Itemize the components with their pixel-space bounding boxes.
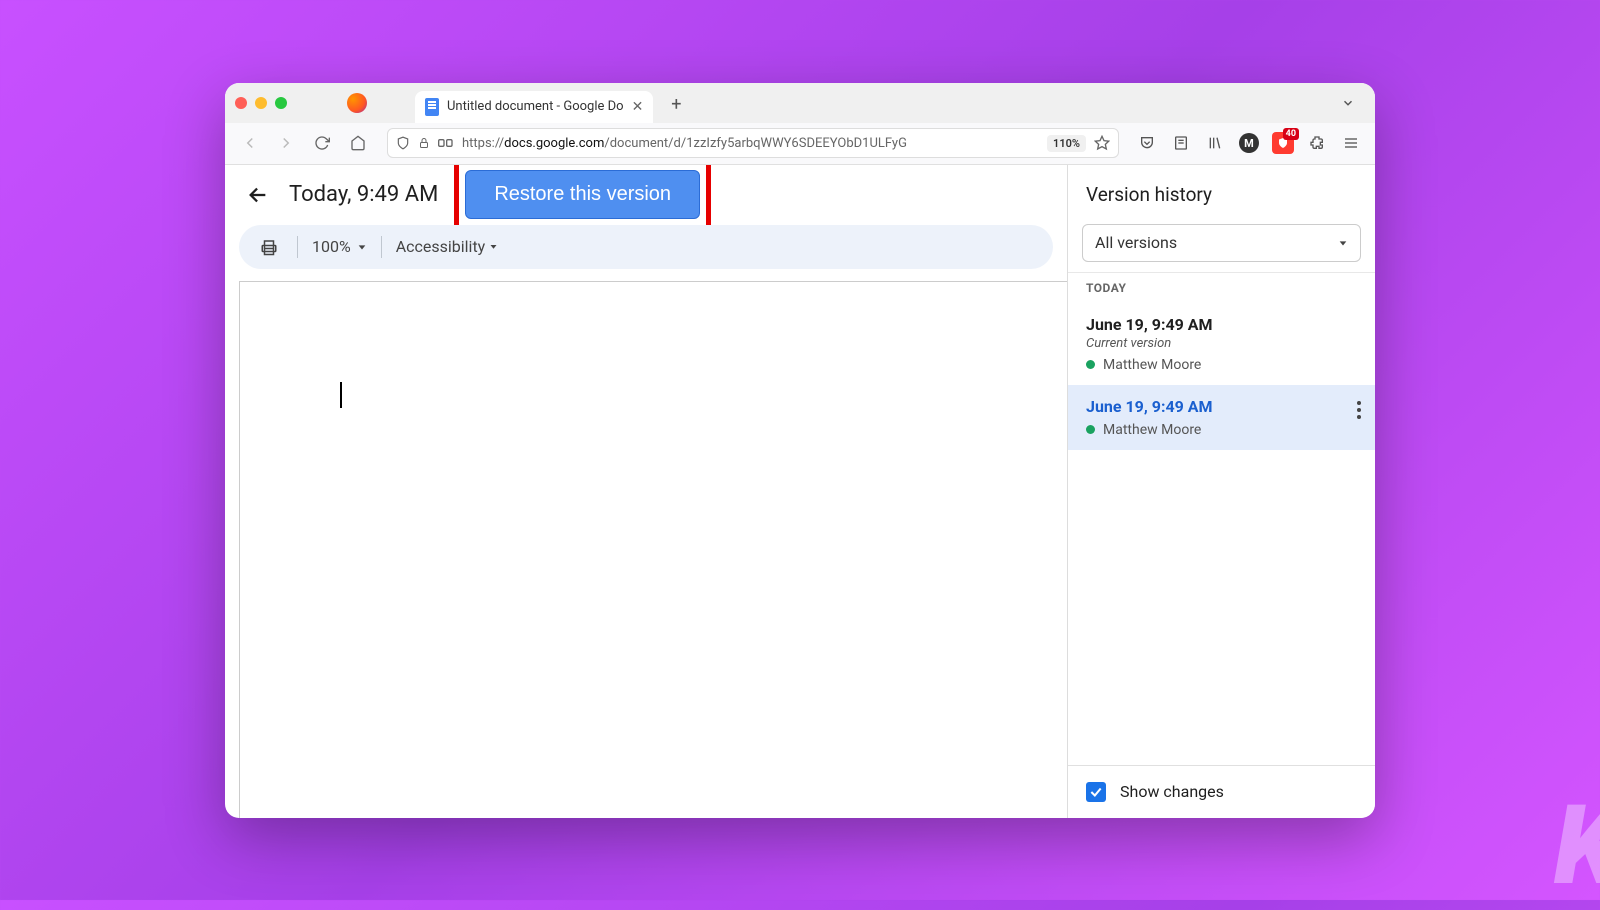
- editor-name: Matthew Moore: [1103, 422, 1201, 438]
- editor-name: Matthew Moore: [1103, 357, 1201, 373]
- permissions-icon: [438, 137, 454, 149]
- panel-footer: Show changes: [1068, 765, 1375, 818]
- version-history-panel: Version history All versions TODAY June …: [1067, 165, 1375, 818]
- lock-icon: [418, 137, 430, 149]
- show-changes-checkbox[interactable]: [1086, 782, 1106, 802]
- maximize-window-button[interactable]: [275, 97, 287, 109]
- home-button[interactable]: [343, 128, 373, 158]
- tab-close-button[interactable]: ✕: [632, 99, 644, 115]
- check-icon: [1089, 785, 1103, 799]
- toolbar-divider: [381, 236, 382, 258]
- tabs-dropdown-button[interactable]: [1341, 96, 1355, 110]
- show-changes-label: Show changes: [1120, 782, 1224, 801]
- bookmark-star-icon[interactable]: [1094, 135, 1110, 151]
- version-subtitle: Current version: [1086, 336, 1357, 351]
- version-timestamp: Today, 9:49 AM: [289, 182, 438, 207]
- extensions-button[interactable]: [1303, 129, 1331, 157]
- reader-view-button[interactable]: [1167, 129, 1195, 157]
- version-editor: Matthew Moore: [1086, 422, 1357, 438]
- library-button[interactable]: [1201, 129, 1229, 157]
- restore-version-button[interactable]: Restore this version: [465, 170, 700, 219]
- panel-header: Version history: [1068, 165, 1375, 218]
- ublock-icon: 40: [1272, 132, 1294, 154]
- reload-button[interactable]: [307, 128, 337, 158]
- docs-favicon-icon: [425, 98, 439, 116]
- caret-down-icon: [1338, 238, 1348, 248]
- nav-back-button[interactable]: [235, 128, 265, 158]
- restore-highlight-box: Restore this version: [454, 165, 711, 231]
- version-item[interactable]: June 19, 9:49 AM Matthew Moore: [1068, 385, 1375, 450]
- save-to-pocket-button[interactable]: [1133, 129, 1161, 157]
- print-button[interactable]: [255, 233, 283, 261]
- doc-header: Today, 9:49 AM Restore this version: [225, 165, 1067, 225]
- version-item[interactable]: June 19, 9:49 AM Current version Matthew…: [1068, 303, 1375, 385]
- extension-button[interactable]: 40: [1269, 129, 1297, 157]
- account-button[interactable]: M: [1235, 129, 1263, 157]
- back-button[interactable]: [243, 180, 273, 210]
- content-area: Today, 9:49 AM Restore this version 100%…: [225, 165, 1375, 818]
- tab-title: Untitled document - Google Do: [447, 99, 624, 114]
- caret-down-icon: [357, 242, 367, 252]
- minimize-window-button[interactable]: [255, 97, 267, 109]
- version-more-button[interactable]: [1357, 401, 1361, 419]
- text-cursor: [340, 382, 342, 408]
- version-editor: Matthew Moore: [1086, 357, 1357, 373]
- document-page[interactable]: [239, 281, 1067, 818]
- title-bar: Untitled document - Google Do ✕ +: [225, 83, 1375, 123]
- main-panel: Today, 9:49 AM Restore this version 100%…: [225, 165, 1067, 818]
- new-tab-button[interactable]: +: [665, 94, 687, 116]
- filter-value: All versions: [1095, 233, 1177, 252]
- group-label: TODAY: [1068, 272, 1375, 303]
- nav-forward-button[interactable]: [271, 128, 301, 158]
- firefox-icon: [347, 93, 367, 113]
- version-date: June 19, 9:49 AM: [1086, 315, 1357, 334]
- watermark: K: [1554, 781, 1600, 910]
- close-window-button[interactable]: [235, 97, 247, 109]
- panel-title: Version history: [1086, 183, 1357, 206]
- doc-toolbar: 100% Accessibility: [239, 225, 1053, 269]
- accessibility-menu[interactable]: Accessibility: [396, 237, 499, 256]
- zoom-badge[interactable]: 110%: [1047, 135, 1086, 152]
- app-menu-button[interactable]: [1337, 129, 1365, 157]
- url-toolbar: https://docs.google.com/document/d/1zzIz…: [225, 123, 1375, 165]
- account-avatar-icon: M: [1239, 133, 1259, 153]
- version-date: June 19, 9:49 AM: [1086, 397, 1357, 416]
- zoom-select[interactable]: 100%: [312, 237, 367, 256]
- toolbar-divider: [297, 236, 298, 258]
- browser-tab[interactable]: Untitled document - Google Do ✕: [415, 91, 653, 123]
- editor-color-dot: [1086, 425, 1095, 434]
- url-text: https://docs.google.com/document/d/1zzIz…: [462, 136, 1039, 151]
- zoom-value: 100%: [312, 237, 351, 256]
- editor-color-dot: [1086, 360, 1095, 369]
- extension-badge-count: 40: [1283, 128, 1299, 140]
- caret-down-icon: [489, 242, 498, 251]
- accessibility-label: Accessibility: [396, 237, 486, 256]
- address-bar[interactable]: https://docs.google.com/document/d/1zzIz…: [387, 128, 1119, 158]
- window-controls: [235, 97, 287, 109]
- version-filter-select[interactable]: All versions: [1082, 224, 1361, 262]
- browser-window: Untitled document - Google Do ✕ + https:…: [225, 83, 1375, 818]
- shield-icon: [396, 136, 410, 150]
